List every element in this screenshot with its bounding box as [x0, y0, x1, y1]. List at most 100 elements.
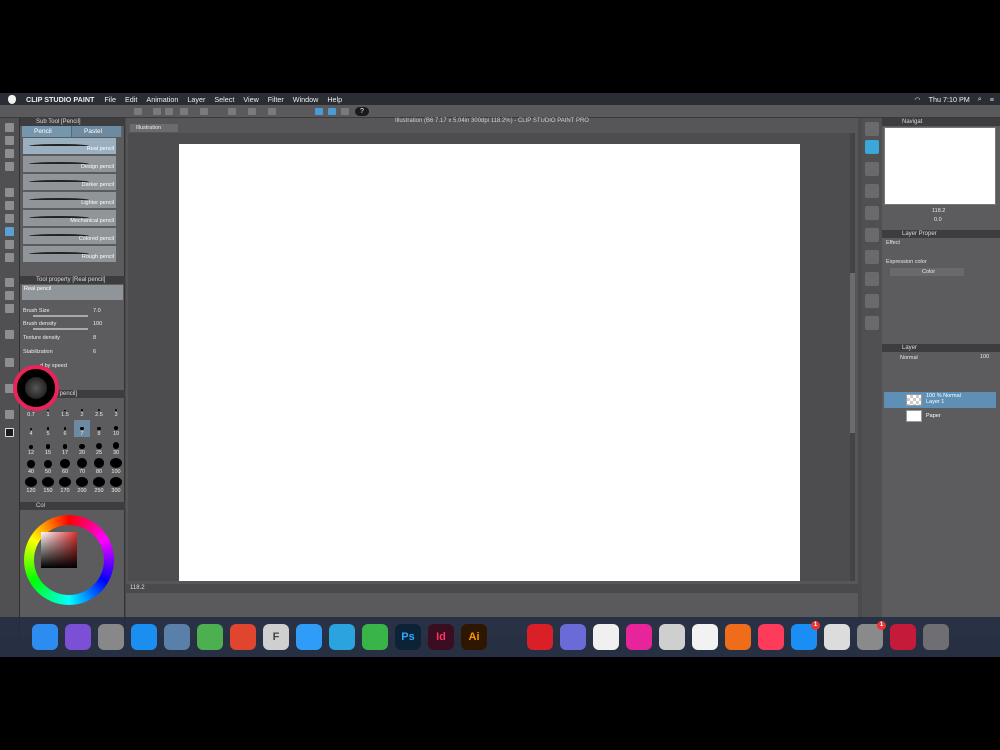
- help-button[interactable]: ?: [355, 107, 369, 116]
- brush-real-pencil[interactable]: Real pencil: [23, 138, 116, 155]
- menu-select[interactable]: Select: [214, 95, 234, 104]
- brush-size-cell[interactable]: 15: [40, 439, 56, 456]
- creative-cloud-icon[interactable]: [527, 624, 553, 650]
- brush-size-cell[interactable]: 1.5: [57, 401, 73, 418]
- brush-size-cell[interactable]: 250: [91, 477, 107, 494]
- fill-icon[interactable]: [248, 108, 256, 115]
- layer-row-1[interactable]: 100 % Normal Layer 1: [884, 392, 996, 408]
- panel-icon-2[interactable]: [865, 184, 879, 198]
- panel-icon-1[interactable]: [865, 162, 879, 176]
- blend-tool-icon[interactable]: [5, 291, 14, 300]
- spiral-app-icon[interactable]: [659, 624, 685, 650]
- brush-lighter-pencil[interactable]: Lighter pencil: [23, 192, 116, 209]
- scrollbar-thumb[interactable]: [850, 273, 855, 433]
- layer-row-paper[interactable]: Paper: [884, 408, 996, 424]
- brush-size-cell[interactable]: 6: [57, 420, 73, 437]
- tab-pencil[interactable]: Pencil: [22, 126, 72, 137]
- messages-icon[interactable]: [296, 624, 322, 650]
- facetime-icon[interactable]: [362, 624, 388, 650]
- material-icon[interactable]: [865, 140, 879, 154]
- preview-icon[interactable]: [164, 624, 190, 650]
- font-book-icon[interactable]: F: [263, 624, 289, 650]
- brush-size-cell[interactable]: 170: [57, 477, 73, 494]
- magnet-icon[interactable]: [890, 624, 916, 650]
- brush-size-cell[interactable]: 150: [40, 477, 56, 494]
- brush-size-cell[interactable]: 300: [108, 477, 124, 494]
- vertical-scrollbar[interactable]: [850, 133, 855, 581]
- brush-size-cell[interactable]: 20: [74, 439, 90, 456]
- snap-icon[interactable]: [315, 108, 323, 115]
- app-name[interactable]: CLIP STUDIO PAINT: [26, 95, 94, 104]
- correct-line-tool-icon[interactable]: [5, 410, 14, 419]
- firefox-like-icon[interactable]: [725, 624, 751, 650]
- brush-mechanical-pencil[interactable]: Mechanical pencil: [23, 210, 116, 227]
- navigator-zoom[interactable]: 118.2: [932, 208, 945, 214]
- brush-size-cell[interactable]: 8: [91, 420, 107, 437]
- apple-icon[interactable]: [8, 94, 16, 104]
- brush-design-pencil[interactable]: Design pencil: [23, 156, 116, 173]
- main-color-swatch[interactable]: [5, 428, 14, 437]
- figure-tool-icon[interactable]: [5, 358, 14, 367]
- drawing-canvas[interactable]: [179, 144, 800, 581]
- brush-size-cell[interactable]: 80: [91, 458, 107, 475]
- brush-darker-pencil[interactable]: Darker pencil: [23, 174, 116, 191]
- zoom-tool-icon[interactable]: [5, 123, 14, 132]
- launchpad-icon[interactable]: [98, 624, 124, 650]
- brush-size-cell[interactable]: 40: [23, 458, 39, 475]
- transform-icon[interactable]: [268, 108, 276, 115]
- panel-icon-7[interactable]: [865, 294, 879, 308]
- eraser-tool-icon[interactable]: [5, 278, 14, 287]
- brush-size-cell[interactable]: 25: [91, 439, 107, 456]
- tab-pastel[interactable]: Pastel: [72, 126, 122, 137]
- brush-size-cell[interactable]: 50: [40, 458, 56, 475]
- layer-opacity[interactable]: 100: [980, 354, 989, 360]
- wunderlist-icon[interactable]: [230, 624, 256, 650]
- brush-size-cell[interactable]: 120: [23, 477, 39, 494]
- brush-size-cell[interactable]: 17: [57, 439, 73, 456]
- screenshot-icon[interactable]: [824, 624, 850, 650]
- indesign-icon[interactable]: Id: [428, 624, 454, 650]
- brush-tool-icon[interactable]: [5, 240, 14, 249]
- color-wheel[interactable]: [24, 515, 114, 605]
- search-icon[interactable]: [865, 122, 879, 136]
- menu-help[interactable]: Help: [327, 95, 342, 104]
- illustrator-icon[interactable]: Ai: [461, 624, 487, 650]
- open-icon[interactable]: [153, 108, 161, 115]
- stabilization-row[interactable]: Stabilization 6: [23, 349, 123, 361]
- brush-rough-pencil[interactable]: Rough pencil: [23, 246, 116, 263]
- redo-icon[interactable]: [200, 108, 208, 115]
- eyedropper-tool-icon[interactable]: [5, 201, 14, 210]
- menu-filter[interactable]: Filter: [268, 95, 284, 104]
- brush-size-row[interactable]: Brush Size 7.0: [23, 308, 123, 320]
- expression-color-select[interactable]: Color: [890, 268, 964, 276]
- gradient-tool-icon[interactable]: [5, 330, 14, 339]
- panel-icon-8[interactable]: [865, 316, 879, 330]
- system-preferences-icon[interactable]: 1: [857, 621, 886, 650]
- pencil-icon[interactable]: [494, 624, 520, 650]
- clear-icon[interactable]: [228, 108, 236, 115]
- menu-view[interactable]: View: [243, 95, 258, 104]
- music-icon[interactable]: [758, 624, 784, 650]
- snap-ruler-icon[interactable]: [328, 108, 336, 115]
- brush-size-cell[interactable]: 5: [40, 420, 56, 437]
- brush-size-cell[interactable]: 30: [108, 439, 124, 456]
- fill-tool-icon[interactable]: [5, 304, 14, 313]
- clock[interactable]: Thu 7:10 PM: [929, 95, 970, 104]
- navigator-preview[interactable]: [884, 127, 996, 205]
- undo-icon[interactable]: [180, 108, 188, 115]
- brush-size-cell[interactable]: 60: [57, 458, 73, 475]
- telegram-icon[interactable]: [329, 624, 355, 650]
- trash-icon[interactable]: [923, 624, 949, 650]
- airbrush-tool-icon[interactable]: [5, 253, 14, 262]
- brush-size-cell[interactable]: 70: [74, 458, 90, 475]
- color-drop-icon[interactable]: [692, 624, 718, 650]
- siri-icon[interactable]: [65, 624, 91, 650]
- panel-icon-4[interactable]: [865, 228, 879, 242]
- menu-file[interactable]: File: [104, 95, 116, 104]
- operation-tool-icon[interactable]: [5, 149, 14, 158]
- brush-size-cell[interactable]: 2: [74, 401, 90, 418]
- snap-grid-icon[interactable]: [341, 108, 349, 115]
- pen-tool-icon[interactable]: [5, 214, 14, 223]
- app-store-icon[interactable]: 1: [791, 621, 820, 650]
- brush-size-cell[interactable]: 3: [108, 401, 124, 418]
